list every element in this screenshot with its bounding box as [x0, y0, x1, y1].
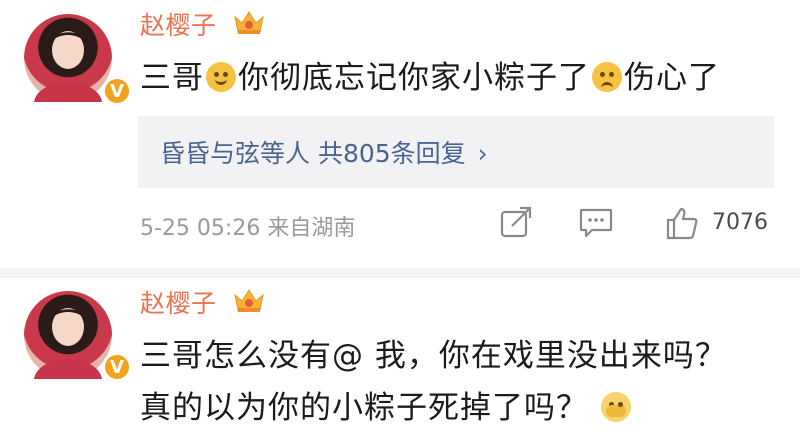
comment-item: V 赵樱子 三哥怎么没有@ 我，你在戏里没出来吗？ 真的以为你的小粽子死掉了吗？ — [0, 278, 800, 426]
comment-icon[interactable] — [578, 206, 614, 240]
replies-summary[interactable]: 昏昏与弦等人 共805条回复 › — [138, 116, 774, 188]
comment-meta: 5-25 05:26 来自湖南 — [140, 216, 356, 241]
smile-emoji-icon — [206, 62, 236, 92]
comment-line: 真的以为你的小粽子死掉了吗？ — [140, 390, 588, 426]
comment-text-part: 伤心了 — [624, 60, 720, 96]
verified-badge-icon: V — [102, 76, 132, 106]
crown-icon — [234, 289, 264, 312]
username[interactable]: 赵樱子 — [140, 284, 217, 320]
sad-emoji-icon — [592, 62, 622, 92]
comment-line-2: 真的以为你的小粽子死掉了吗？ — [140, 382, 727, 434]
avatar-photo — [34, 308, 102, 379]
comment-line: 三哥怎么没有@ 我，你在戏里没出来吗？ — [140, 338, 727, 374]
replies-link[interactable]: 昏昏与弦等人 共805条回复 › — [160, 134, 488, 170]
comment-text-part: 三哥 — [140, 60, 204, 96]
comment-text: 三哥 你彻底忘记你家小粽子了 伤心了 — [140, 52, 720, 104]
verified-badge-icon: V — [102, 352, 132, 382]
comment-text-part: 你彻底忘记你家小粽子了 — [238, 60, 590, 96]
username[interactable]: 赵樱子 — [140, 6, 217, 42]
avatar-photo — [34, 31, 102, 102]
share-icon[interactable] — [498, 206, 534, 240]
comment-text: 三哥怎么没有@ 我，你在戏里没出来吗？ 真的以为你的小粽子死掉了吗？ — [140, 330, 727, 434]
like-count: 7076 — [712, 210, 768, 235]
avatar[interactable]: V — [24, 291, 132, 382]
replies-summary-text: 昏昏与弦等人 共805条回复 — [160, 139, 466, 168]
divider — [0, 268, 800, 278]
chevron-right-icon: › — [477, 139, 488, 168]
thumbs-up-icon[interactable] — [664, 206, 700, 240]
crown-icon — [234, 11, 264, 34]
cover-face-emoji-icon — [600, 392, 631, 422]
avatar[interactable]: V — [24, 14, 132, 106]
comment-item: V 赵樱子 三哥 你彻底忘记你家小粽子了 伤心了 昏昏与弦等人 共805条回复 › 5… — [0, 0, 800, 268]
